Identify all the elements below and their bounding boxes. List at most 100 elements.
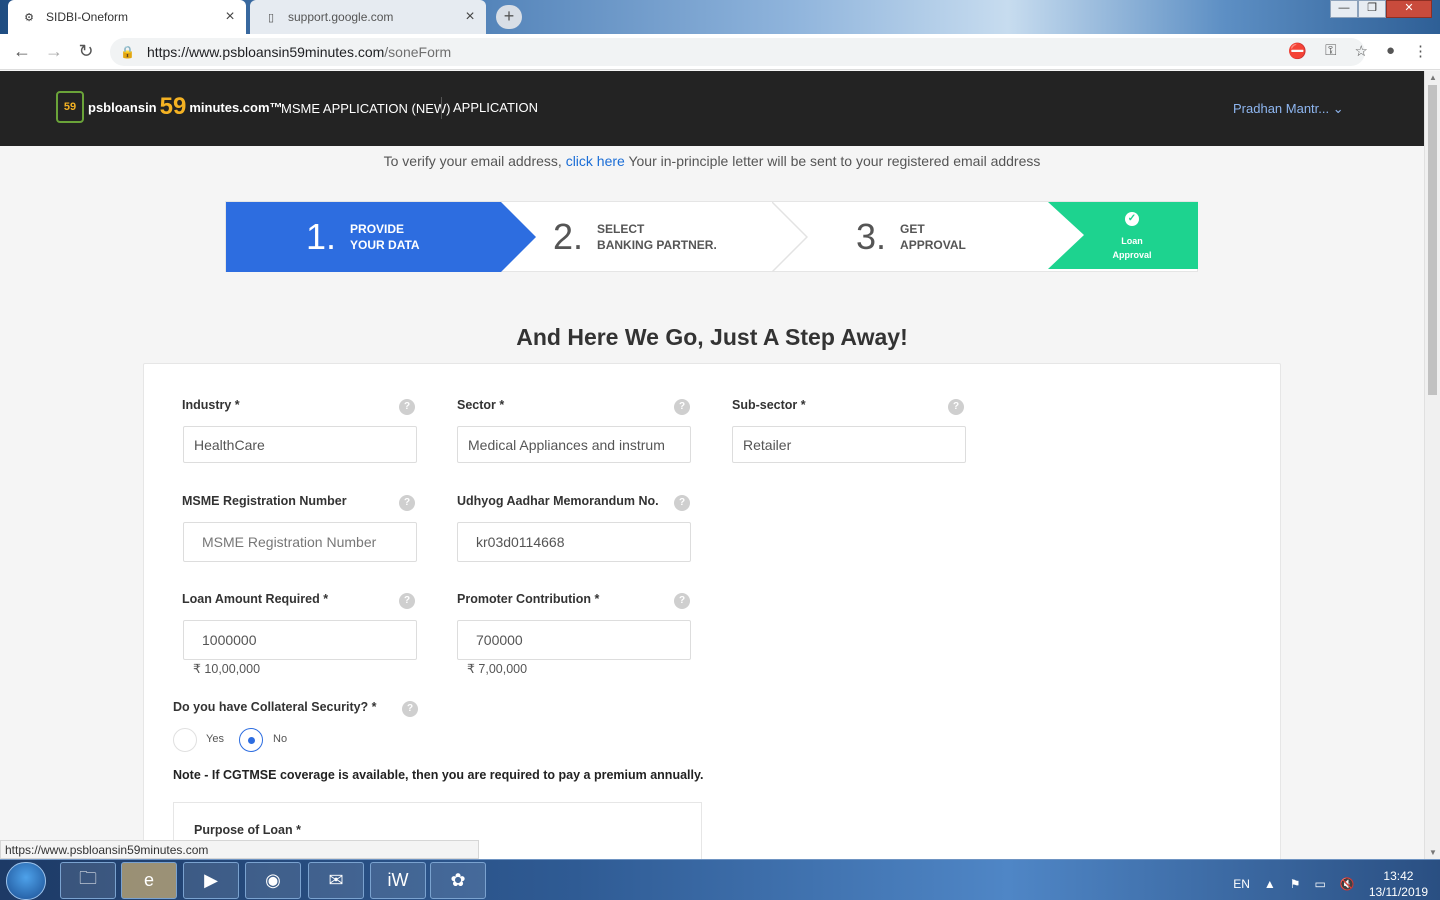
scroll-down-icon[interactable]: ▼ (1425, 848, 1440, 857)
profile-icon[interactable]: ● (1386, 42, 1395, 60)
mail-icon[interactable]: ✉ (308, 862, 364, 899)
internet-explorer-icon[interactable]: e (121, 862, 177, 899)
app-badge-icon[interactable]: ✿ (430, 862, 486, 899)
tray-expand-icon[interactable]: ▲ (1264, 877, 1276, 891)
file-explorer-icon[interactable]: 🗀 (60, 862, 116, 899)
restore-button[interactable]: ❐ (1358, 0, 1386, 18)
step-label-line2: BANKING PARTNER. (597, 238, 717, 252)
step-label-line2: Approval (1112, 250, 1152, 260)
subsector-select[interactable]: Retailer (732, 426, 966, 463)
site-favicon-icon: ⚙ (24, 11, 34, 24)
verify-email-link[interactable]: click here (566, 153, 625, 169)
step-label-line1: GET (900, 222, 925, 236)
promoter-contribution-label: Promoter Contribution * (457, 592, 600, 606)
sector-select[interactable]: Medical Appliances and instrum (457, 426, 691, 463)
help-icon[interactable]: ? (674, 399, 690, 415)
blocked-icon[interactable]: ⛔ (1288, 42, 1307, 60)
menu-application[interactable]: APPLICATION (453, 100, 538, 115)
browser-toolbar: ← → ↻ 🔒 https://www.psbloansin59minutes.… (0, 34, 1440, 70)
sector-label: Sector * (457, 398, 505, 412)
logo-badge-icon: 59 (56, 91, 84, 123)
scroll-up-icon[interactable]: ▲ (1425, 73, 1440, 82)
help-icon[interactable]: ? (399, 495, 415, 511)
action-center-icon[interactable]: ⚑ (1290, 877, 1301, 891)
system-clock[interactable]: 13:42 13/11/2019 (1369, 868, 1428, 900)
help-icon[interactable]: ? (402, 701, 418, 717)
verify-text-before: To verify your email address, (383, 153, 566, 169)
tab-title: SIDBI-Oneform (46, 10, 129, 24)
collateral-no-radio[interactable] (239, 728, 263, 752)
help-icon[interactable]: ? (674, 495, 690, 511)
help-icon[interactable]: ? (399, 593, 415, 609)
help-icon[interactable]: ? (674, 593, 690, 609)
logo-text-prefix: psbloansin (88, 99, 157, 115)
language-indicator[interactable]: EN (1233, 877, 1250, 891)
close-tab-icon[interactable]: × (220, 8, 240, 26)
reload-icon[interactable]: ↻ (70, 41, 102, 62)
check-icon: ✓ (1125, 212, 1139, 226)
browser-tab-strip: ⚙ SIDBI-Oneform × ▯ support.google.com ×… (0, 0, 1440, 34)
document-icon: ▯ (267, 11, 275, 24)
step-number: 2. (553, 216, 584, 257)
tab-support-google[interactable]: ▯ support.google.com × (250, 0, 486, 34)
step-4-loan-approval: ✓ Loan Approval (1084, 208, 1180, 262)
step-number: 3. (856, 216, 887, 257)
step-label-line2: YOUR DATA (350, 238, 420, 252)
close-window-button[interactable]: ✕ (1386, 0, 1432, 18)
clock-time: 13:42 (1383, 869, 1414, 883)
scrollbar-thumb[interactable] (1428, 85, 1437, 395)
step-3: 3. GET APPROVAL (856, 202, 966, 272)
forward-icon[interactable]: → (38, 41, 70, 62)
lock-icon: 🔒 (120, 45, 135, 59)
industry-select[interactable]: HealthCare (183, 426, 417, 463)
verify-text-after: Your in-principle letter will be sent to… (624, 153, 1041, 169)
back-icon[interactable]: ← (6, 41, 38, 62)
url-path: /soneForm (384, 44, 452, 60)
minimize-button[interactable]: — (1330, 0, 1358, 18)
windows-taskbar: 🗀 e ▶ ◉ ✉ iW ✿ EN ▲ ⚑ ▭ 🔇 13:42 13/11/20… (0, 859, 1440, 900)
logo-text-suffix: minutes.com™ (189, 99, 283, 115)
start-button[interactable] (6, 862, 46, 900)
tab-sidbi-oneform[interactable]: ⚙ SIDBI-Oneform × (8, 0, 246, 34)
media-player-icon[interactable]: ▶ (183, 862, 239, 899)
cgtmse-note: Note - If CGTMSE coverage is available, … (173, 768, 704, 782)
iw-app-icon[interactable]: iW (370, 862, 426, 899)
collateral-yes-radio[interactable] (173, 728, 197, 752)
system-tray: EN ▲ ⚑ ▭ 🔇 13:42 13/11/2019 (1233, 868, 1428, 900)
more-menu-icon[interactable]: ⋮ (1413, 42, 1428, 60)
msme-registration-input[interactable]: MSME Registration Number (183, 522, 417, 562)
promoter-contribution-input[interactable]: 700000 (457, 620, 691, 660)
site-logo[interactable]: 59 psbloansin 59 minutes.com™ (56, 91, 283, 123)
close-tab-icon[interactable]: × (460, 8, 480, 26)
udhyog-aadhar-label: Udhyog Aadhar Memorandum No. (457, 494, 659, 508)
star-icon[interactable]: ☆ (1354, 42, 1367, 60)
loan-amount-label: Loan Amount Required * (182, 592, 329, 606)
key-icon[interactable]: ⚿ (1325, 42, 1336, 60)
network-icon[interactable]: ▭ (1315, 877, 1326, 891)
chrome-icon[interactable]: ◉ (245, 862, 301, 899)
menu-msme-application[interactable]: MSME APPLICATION (NEW) (281, 101, 451, 116)
step-label-line1: SELECT (597, 222, 645, 236)
address-bar[interactable]: 🔒 https://www.psbloansin59minutes.com/so… (110, 38, 1365, 66)
loan-amount-formatted: ₹ 10,00,000 (193, 662, 261, 676)
help-icon[interactable]: ? (948, 399, 964, 415)
page-heading: And Here We Go, Just A Step Away! (516, 324, 908, 350)
collateral-yes-label[interactable]: Yes (206, 733, 224, 745)
purpose-of-loan-label: Purpose of Loan * (194, 823, 301, 837)
menu-divider (441, 97, 442, 119)
progress-stepper: 1. PROVIDE YOUR DATA 2. SELECT BANKING PAR… (225, 201, 1198, 272)
page-scrollbar[interactable]: ▲ ▼ (1424, 71, 1440, 859)
clock-date: 13/11/2019 (1368, 885, 1428, 899)
new-tab-button[interactable]: + (496, 5, 522, 29)
help-icon[interactable]: ? (399, 399, 415, 415)
promoter-contribution-formatted: ₹ 7,00,000 (467, 662, 528, 676)
subsector-label: Sub-sector * (732, 398, 806, 412)
volume-muted-icon[interactable]: 🔇 (1340, 877, 1355, 891)
collateral-no-label[interactable]: No (273, 733, 287, 745)
udhyog-aadhar-input[interactable]: kr03d0114668 (457, 522, 691, 562)
step-label-line1: PROVIDE (350, 222, 405, 236)
loan-amount-input[interactable]: 1000000 (183, 620, 417, 660)
collateral-label: Do you have Collateral Security? * (173, 700, 377, 714)
msme-registration-label: MSME Registration Number (182, 494, 347, 508)
user-menu[interactable]: Pradhan Mantr... ⌄ (1233, 101, 1344, 117)
